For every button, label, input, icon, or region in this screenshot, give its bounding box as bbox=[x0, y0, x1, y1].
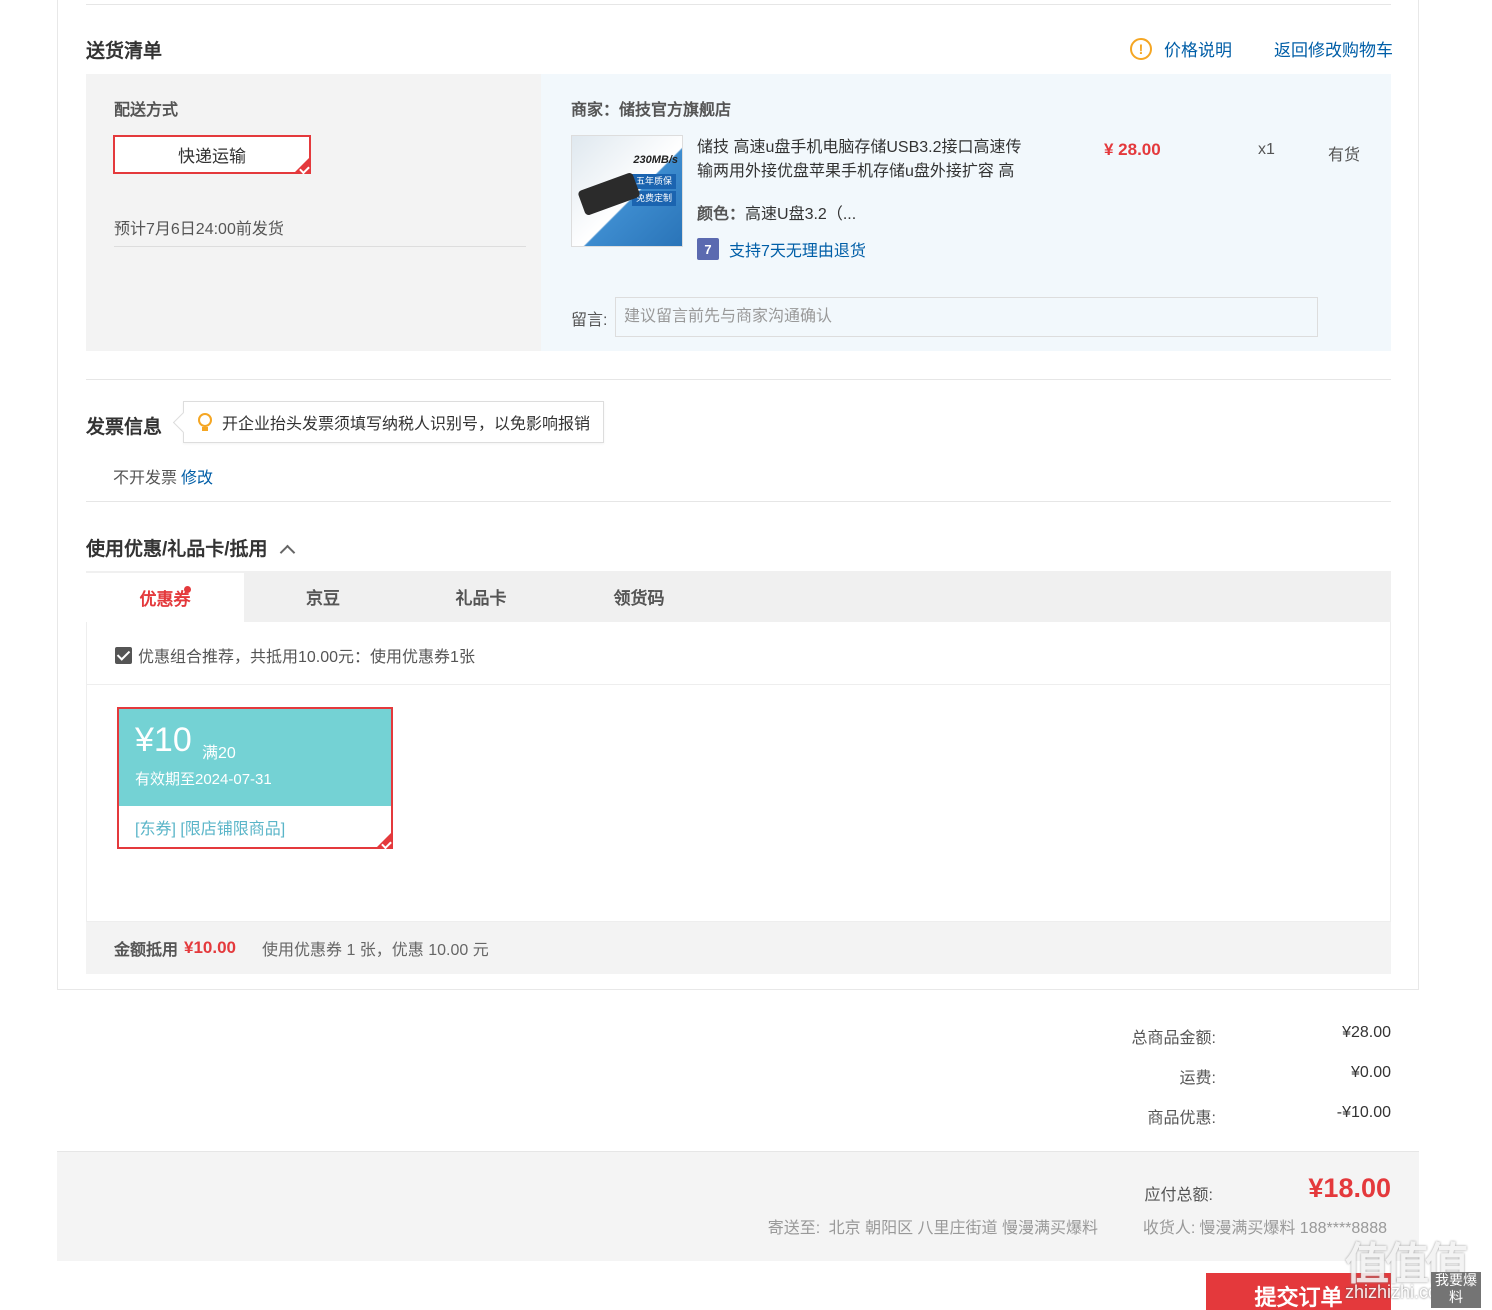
message-input[interactable] bbox=[615, 297, 1318, 337]
receiver-label: 收货人: bbox=[1142, 1220, 1196, 1237]
divider bbox=[86, 501, 1391, 502]
goods-panel: 商家：储技官方旗舰店 230MB/s 五年质保 免费定制 储技 高速u盘手机电脑… bbox=[541, 74, 1391, 351]
summary-value: ¥0.00 bbox=[1350, 1064, 1391, 1081]
message-label: 留言: bbox=[571, 312, 608, 329]
divider bbox=[87, 684, 1390, 685]
deduction-label: 金额抵用 bbox=[114, 942, 179, 959]
summary-label: 运费: bbox=[1179, 1070, 1216, 1087]
shipping-eta: 预计7月6日24:00前发货 bbox=[114, 221, 284, 238]
watermark-badge: 我要爆料 bbox=[1431, 1272, 1481, 1308]
summary-label: 商品优惠: bbox=[1147, 1110, 1216, 1127]
tab-jingdou[interactable]: 京豆 bbox=[244, 571, 402, 622]
selected-check-icon bbox=[293, 156, 311, 174]
return-policy: 7 支持7天无理由退货 bbox=[697, 237, 866, 261]
tab-label: 礼品卡 bbox=[455, 589, 507, 608]
warning-icon: ! bbox=[1130, 37, 1152, 60]
seven-day-return-icon: 7 bbox=[697, 238, 719, 260]
product-quantity: x1 bbox=[1258, 141, 1275, 158]
invoice-edit-link[interactable]: 修改 bbox=[181, 470, 213, 487]
summary-value: -¥10.00 bbox=[1336, 1104, 1391, 1121]
coupon-card[interactable]: ¥10 满20 有效期至2024-07-31 [东券] [限店铺限商品] bbox=[117, 707, 393, 849]
coupon-condition: 满20 bbox=[202, 745, 236, 762]
checkbox-checked-icon[interactable] bbox=[115, 646, 132, 664]
coupon-validity: 有效期至2024-07-31 bbox=[135, 771, 272, 788]
ship-to-label: 寄送至: bbox=[767, 1220, 821, 1237]
invoice-value: 不开发票 修改 bbox=[113, 464, 213, 488]
invoice-section-title: 发票信息 bbox=[86, 417, 163, 438]
delivery-section-title: 送货清单 bbox=[86, 41, 163, 62]
merchant-name: 商家：储技官方旗舰店 bbox=[571, 102, 732, 119]
product-color-label: 颜色： bbox=[697, 206, 746, 223]
deduction-description: 使用优惠券 1 张，优惠 10.00 元 bbox=[262, 942, 489, 959]
selected-check-icon bbox=[375, 831, 393, 849]
return-policy-label: 支持7天无理由退货 bbox=[729, 243, 866, 260]
deduction-amount: ¥10.00 bbox=[184, 938, 237, 957]
product-image[interactable]: 230MB/s 五年质保 免费定制 bbox=[571, 135, 683, 247]
back-to-cart-link[interactable]: 返回修改购物车 bbox=[1274, 36, 1393, 61]
usb-drive-graphic bbox=[577, 171, 641, 217]
tab-gift-card[interactable]: 礼品卡 bbox=[402, 571, 560, 622]
combo-recommend[interactable]: 优惠组合推荐，共抵用10.00元：使用优惠券1张 bbox=[115, 643, 475, 667]
pay-total-label: 应付总额: bbox=[1144, 1187, 1213, 1204]
product-image-speed: 230MB/s bbox=[633, 154, 678, 166]
combo-recommend-text: 优惠组合推荐，共抵用10.00元：使用优惠券1张 bbox=[138, 649, 475, 666]
product-price: ¥ 28.00 bbox=[1104, 140, 1161, 159]
pay-total-amount: ¥18.00 bbox=[1308, 1173, 1391, 1203]
shipping-method-panel: 配送方式 快递运输 预计7月6日24:00前发货 bbox=[86, 74, 541, 351]
shipping-method-label: 配送方式 bbox=[114, 102, 179, 119]
invoice-tip: 开企业抬头发票须填写纳税人识别号，以免影响报销 bbox=[183, 401, 605, 443]
shipping-address: 寄送至: 北京 朝阳区 八里庄街道 慢漫满买爆料 收货人: 慢漫满买爆料 188*… bbox=[768, 1214, 1391, 1238]
coupon-tags: [东券] [限店铺限商品] bbox=[135, 821, 286, 838]
ship-to-address: 北京 朝阳区 八里庄街道 慢漫满买爆料 bbox=[828, 1220, 1098, 1237]
coupon-section-header[interactable]: 使用优惠/礼品卡/抵用 bbox=[86, 534, 295, 561]
checkout-footer: 应付总额: ¥18.00 寄送至: 北京 朝阳区 八里庄街道 慢漫满买爆料 收货… bbox=[57, 1151, 1419, 1261]
price-note-label: 价格说明 bbox=[1164, 41, 1232, 60]
stock-status: 有货 bbox=[1328, 147, 1361, 164]
invoice-tip-text: 开企业抬头发票须填写纳税人识别号，以免影响报销 bbox=[222, 416, 591, 433]
tab-coupons[interactable]: 优惠券 bbox=[86, 571, 244, 622]
divider bbox=[114, 246, 526, 247]
divider bbox=[86, 379, 1391, 380]
product-color: 颜色：高速U盘3.2（... bbox=[697, 200, 856, 224]
coupon-section-title: 使用优惠/礼品卡/抵用 bbox=[86, 539, 268, 560]
lightbulb-icon bbox=[198, 413, 212, 431]
divider bbox=[86, 4, 1391, 5]
notification-dot-icon bbox=[184, 586, 191, 593]
coupon-amount: ¥10 bbox=[135, 721, 192, 759]
tab-label: 京豆 bbox=[306, 589, 340, 608]
tab-label: 领货码 bbox=[613, 589, 665, 608]
product-color-value: 高速U盘3.2（... bbox=[745, 206, 857, 223]
coupon-card-header: ¥10 满20 有效期至2024-07-31 bbox=[119, 709, 391, 806]
product-title[interactable]: 储技 高速u盘手机电脑存储USB3.2接口高速传输两用外接优盘苹果手机存储u盘外… bbox=[697, 136, 1037, 184]
summary-value: ¥28.00 bbox=[1342, 1024, 1391, 1041]
shipping-option-label: 快递运输 bbox=[178, 147, 246, 166]
tab-label: 优惠券 bbox=[139, 590, 191, 609]
watermark: 值值值 zhizhizhi.com 我要爆料 bbox=[1345, 1228, 1485, 1308]
chevron-up-icon bbox=[279, 544, 295, 561]
express-shipping-option[interactable]: 快递运输 bbox=[113, 135, 311, 174]
price-note-link[interactable]: ! 价格说明 bbox=[1130, 36, 1232, 61]
invoice-status: 不开发票 bbox=[113, 470, 178, 487]
coupon-tabs: 优惠券 京豆 礼品卡 领货码 bbox=[86, 571, 1391, 622]
summary-label: 总商品金额: bbox=[1131, 1030, 1216, 1047]
coupon-panel: 优惠组合推荐，共抵用10.00元：使用优惠券1张 ¥10 满20 有效期至202… bbox=[86, 622, 1391, 922]
deduction-summary: 金额抵用 ¥10.00 使用优惠券 1 张，优惠 10.00 元 bbox=[86, 922, 1391, 974]
tab-pickup-code[interactable]: 领货码 bbox=[560, 571, 718, 622]
product-image-tag: 五年质保 bbox=[632, 174, 676, 189]
